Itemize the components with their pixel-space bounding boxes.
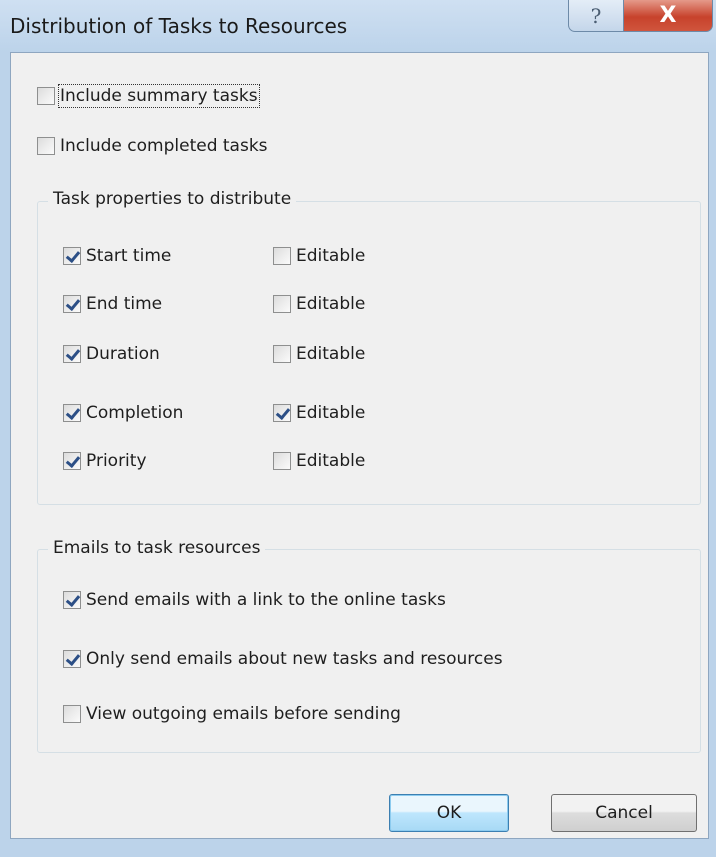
only-new-emails-label: Only send emails about new tasks and res…: [86, 649, 503, 669]
title-bar: Distribution of Tasks to Resources ? X: [0, 0, 716, 52]
duration-editable-checkbox[interactable]: Editable: [273, 344, 365, 364]
include-summary-tasks-checkbox[interactable]: Include summary tasks: [37, 84, 260, 108]
end-time-editable-checkbox[interactable]: Editable: [273, 294, 365, 314]
only-new-emails-checkbox[interactable]: Only send emails about new tasks and res…: [63, 649, 503, 669]
checkbox-box[interactable]: [37, 137, 55, 155]
end-time-label: End time: [86, 294, 163, 314]
checkbox-box[interactable]: [273, 345, 291, 363]
view-outgoing-emails-label: View outgoing emails before sending: [86, 704, 401, 724]
close-icon: X: [659, 3, 677, 28]
end-time-checkbox[interactable]: End time: [63, 294, 162, 314]
checkbox-box[interactable]: [63, 247, 81, 265]
duration-label: Duration: [86, 344, 160, 364]
completion-label: Completion: [86, 403, 184, 423]
checkbox-box[interactable]: [63, 295, 81, 313]
priority-label: Priority: [86, 451, 147, 471]
checkbox-box[interactable]: [63, 650, 81, 668]
checkbox-box[interactable]: [37, 87, 55, 105]
priority-checkbox[interactable]: Priority: [63, 451, 147, 471]
checkbox-box[interactable]: [273, 295, 291, 313]
help-icon: ?: [590, 3, 602, 28]
checkbox-box[interactable]: [63, 452, 81, 470]
checkbox-box[interactable]: [63, 705, 81, 723]
help-button[interactable]: ?: [568, 0, 624, 32]
completion-checkbox[interactable]: Completion: [63, 403, 183, 423]
checkbox-box[interactable]: [273, 452, 291, 470]
editable-label: Editable: [296, 344, 366, 364]
ok-button[interactable]: OK: [389, 794, 509, 832]
checkbox-box[interactable]: [63, 345, 81, 363]
checkbox-box[interactable]: [63, 404, 81, 422]
dialog-body: Include summary tasks Include completed …: [10, 52, 709, 839]
priority-editable-checkbox[interactable]: Editable: [273, 451, 365, 471]
checkbox-box[interactable]: [273, 404, 291, 422]
view-outgoing-emails-checkbox[interactable]: View outgoing emails before sending: [63, 704, 401, 724]
start-time-checkbox[interactable]: Start time: [63, 246, 171, 266]
editable-label: Editable: [296, 451, 366, 471]
editable-label: Editable: [296, 294, 366, 314]
start-time-editable-checkbox[interactable]: Editable: [273, 246, 365, 266]
include-completed-tasks-label: Include completed tasks: [60, 136, 268, 156]
include-completed-tasks-checkbox[interactable]: Include completed tasks: [37, 136, 268, 156]
duration-checkbox[interactable]: Duration: [63, 344, 160, 364]
editable-label: Editable: [296, 403, 366, 423]
cancel-button[interactable]: Cancel: [551, 794, 697, 832]
task-properties-title: Task properties to distribute: [48, 189, 297, 209]
send-emails-link-label: Send emails with a link to the online ta…: [86, 590, 446, 610]
start-time-label: Start time: [86, 246, 172, 266]
send-emails-link-checkbox[interactable]: Send emails with a link to the online ta…: [63, 590, 446, 610]
emails-title: Emails to task resources: [48, 538, 266, 558]
editable-label: Editable: [296, 246, 366, 266]
checkbox-box[interactable]: [63, 591, 81, 609]
checkbox-box[interactable]: [273, 247, 291, 265]
include-summary-tasks-label: Include summary tasks: [58, 84, 260, 108]
dialog-title: Distribution of Tasks to Resources: [10, 14, 348, 38]
completion-editable-checkbox[interactable]: Editable: [273, 403, 365, 423]
dialog-window: Distribution of Tasks to Resources ? X I…: [0, 0, 716, 857]
close-button[interactable]: X: [623, 0, 713, 32]
